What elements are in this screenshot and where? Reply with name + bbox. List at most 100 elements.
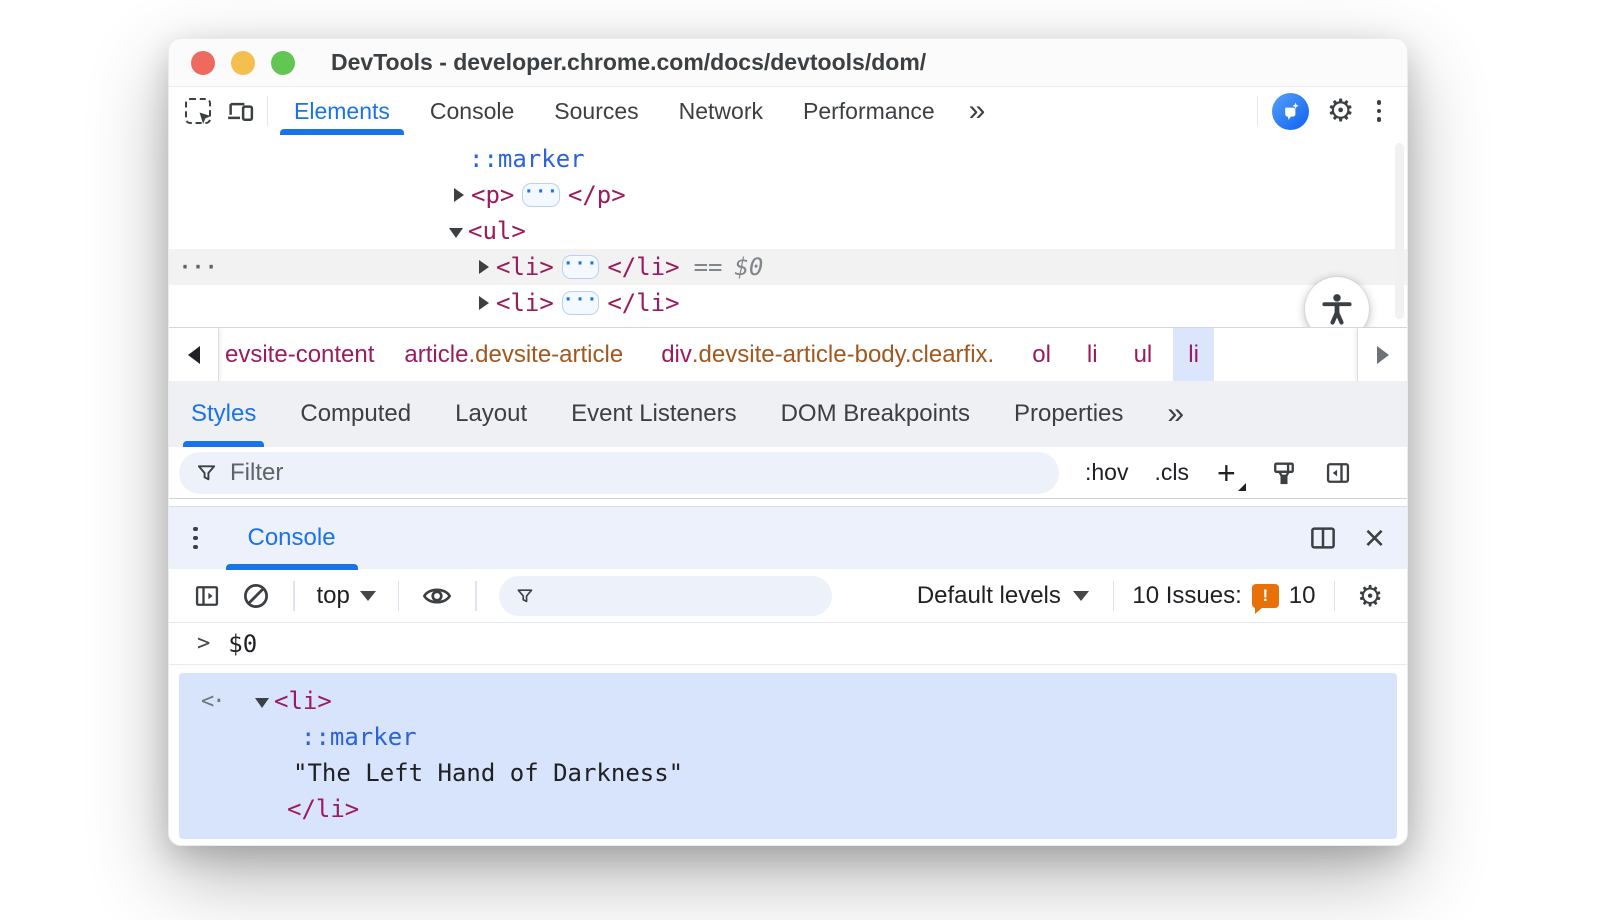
- console-toolbar: top Default levels 10 Issues: ! 10 ⚙: [169, 569, 1407, 623]
- result-row-text[interactable]: "The Left Hand of Darkness": [179, 755, 1397, 791]
- close-window-button[interactable]: [191, 50, 215, 75]
- kebab-icon: [193, 535, 198, 541]
- tree-scrollbar[interactable]: [1395, 143, 1404, 319]
- tab-computed[interactable]: Computed: [286, 381, 425, 447]
- drawer-close-button[interactable]: ×: [1364, 520, 1385, 556]
- chevron-double-icon: »: [1167, 397, 1187, 430]
- settings-button[interactable]: ⚙: [1317, 93, 1365, 129]
- tab-properties[interactable]: Properties: [1000, 381, 1137, 447]
- console-filter[interactable]: [498, 575, 832, 616]
- levels-dropdown[interactable]: Default levels: [905, 582, 1101, 610]
- ellipsis-button[interactable]: ···: [561, 291, 600, 315]
- collapse-arrow-icon[interactable]: [449, 228, 463, 238]
- console-drawer-header: Console ×: [169, 506, 1407, 570]
- row-overflow-dots[interactable]: ···: [179, 255, 218, 279]
- console-sidebar-button[interactable]: [183, 582, 231, 610]
- traffic-lights: [169, 50, 295, 75]
- breadcrumb-item-li[interactable]: li: [1072, 328, 1113, 381]
- styles-filter-input[interactable]: [230, 458, 1043, 487]
- breadcrumb-back-button[interactable]: [169, 328, 219, 381]
- result-row-pseudo[interactable]: ::marker: [179, 719, 1397, 755]
- tree-row-li[interactable]: <li> ··· </li>: [169, 285, 1407, 321]
- expand-arrow-icon[interactable]: [454, 188, 464, 202]
- tree-row-ul[interactable]: <ul>: [169, 213, 1407, 249]
- drawer-tab-console[interactable]: Console: [218, 507, 366, 570]
- tag-close: </li>: [287, 795, 360, 823]
- drawer-menu-button[interactable]: [169, 526, 218, 550]
- console-result-block[interactable]: <· <li> ::marker "The Left Hand of Darkn…: [179, 673, 1397, 839]
- issues-icon: !: [1251, 583, 1279, 614]
- ellipsis-button[interactable]: ···: [522, 183, 560, 207]
- inspect-element-button[interactable]: [177, 91, 219, 131]
- issues-bang: !: [1262, 585, 1269, 605]
- expand-arrow-icon[interactable]: [479, 296, 489, 310]
- equals-label: ==: [693, 253, 723, 281]
- collapse-arrow-icon[interactable]: [255, 698, 269, 708]
- styles-filter[interactable]: [179, 451, 1059, 494]
- ai-assistance-button[interactable]: [1271, 92, 1309, 130]
- tab-sources[interactable]: Sources: [534, 87, 658, 135]
- panel-gap: [169, 499, 1407, 506]
- tag-close: </li>: [607, 289, 680, 317]
- tabbar-right-controls: ⚙: [1251, 92, 1407, 130]
- live-expression-button[interactable]: [411, 580, 463, 612]
- tree-row-p[interactable]: <p> ··· </p>: [169, 177, 1407, 213]
- clear-console-button[interactable]: [231, 581, 281, 611]
- crumb-tag: ul: [1133, 340, 1153, 368]
- tab-console[interactable]: Console: [410, 87, 534, 135]
- crumb-tag: div: [661, 340, 692, 368]
- tree-row-marker-pseudo[interactable]: ::marker: [169, 141, 1407, 177]
- tab-event-listeners[interactable]: Event Listeners: [557, 381, 750, 447]
- breadcrumb-item-div[interactable]: div .devsite-article-body.clearfix.: [646, 328, 1009, 381]
- tab-layout[interactable]: Layout: [441, 381, 541, 447]
- split-panel-button[interactable]: [1308, 523, 1338, 553]
- pseudo-element-label: ::marker: [469, 145, 585, 173]
- console-history-entry[interactable]: > $0: [169, 623, 1407, 665]
- ellipsis-button[interactable]: ···: [561, 255, 600, 279]
- tag-open: <p>: [471, 181, 515, 209]
- console-settings-button[interactable]: ⚙: [1347, 579, 1393, 613]
- console-filter-input[interactable]: [544, 582, 816, 609]
- context-selector[interactable]: top: [307, 582, 386, 610]
- panel-toggle-button[interactable]: [1324, 459, 1352, 487]
- zoom-window-button[interactable]: [271, 50, 295, 75]
- breadcrumb-item-ul[interactable]: ul: [1119, 328, 1168, 381]
- tab-styles[interactable]: Styles: [177, 381, 270, 447]
- tab-dom-breakpoints[interactable]: DOM Breakpoints: [767, 381, 984, 447]
- breadcrumb-item-devsite-content[interactable]: evsite-content: [219, 328, 389, 381]
- divider: [293, 580, 295, 611]
- breadcrumb-item-li-selected[interactable]: li: [1173, 328, 1214, 381]
- breadcrumb-forward-button[interactable]: [1357, 328, 1407, 381]
- expand-arrow-icon[interactable]: [479, 260, 489, 274]
- kebab-icon: [1376, 100, 1381, 105]
- brush-button[interactable]: [1270, 459, 1298, 487]
- tab-network[interactable]: Network: [659, 87, 783, 135]
- active-tab-underline: [183, 441, 265, 447]
- tree-row-li-selected[interactable]: ··· <li> ··· </li> == $0: [169, 249, 1407, 285]
- funnel-icon: [197, 464, 216, 480]
- main-menu-button[interactable]: [1365, 100, 1394, 122]
- tab-performance[interactable]: Performance: [783, 87, 955, 135]
- more-tabs-button[interactable]: »: [955, 94, 1002, 128]
- breadcrumb-item-ol[interactable]: ol: [1017, 328, 1066, 381]
- breadcrumb-item-article[interactable]: article .devsite-article: [389, 328, 638, 381]
- hov-toggle[interactable]: :hov: [1085, 459, 1128, 486]
- minimize-window-button[interactable]: [231, 50, 255, 75]
- cls-toggle[interactable]: .cls: [1154, 459, 1189, 486]
- result-row-open[interactable]: <li>: [179, 683, 1397, 719]
- divider: [1112, 580, 1115, 611]
- chevron-down-icon: [359, 590, 376, 601]
- tag-open: <li>: [496, 289, 554, 317]
- issues-label: 10 Issues:: [1132, 581, 1242, 609]
- more-sidebar-tabs-button[interactable]: »: [1153, 397, 1200, 431]
- crumb-class: .devsite-article-body.clearfix.: [691, 340, 995, 368]
- gear-icon: ⚙: [1357, 578, 1383, 613]
- divider: [267, 96, 268, 126]
- device-toolbar-button[interactable]: [219, 91, 261, 131]
- tab-elements[interactable]: Elements: [274, 87, 410, 135]
- funnel-icon: [517, 588, 533, 602]
- result-row-close[interactable]: </li>: [179, 791, 1397, 827]
- issues-counter[interactable]: 10 Issues: ! 10: [1126, 581, 1321, 614]
- console-sidebar-icon: [195, 585, 219, 606]
- new-style-rule-button[interactable]: +: [1217, 457, 1246, 491]
